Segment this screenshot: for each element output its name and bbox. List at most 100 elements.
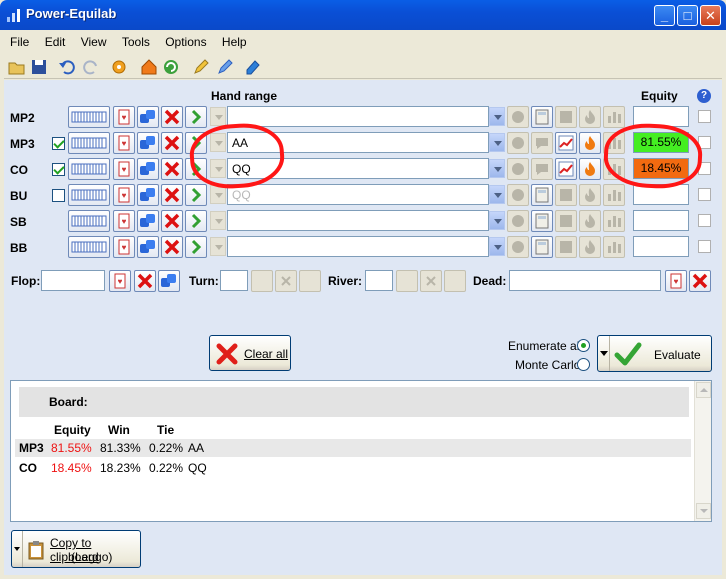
card-select-button[interactable]: ♥ <box>113 236 135 258</box>
hand-range-dropdown[interactable] <box>489 211 505 230</box>
weight-button[interactable] <box>507 132 529 154</box>
bar-chart-button[interactable] <box>603 236 625 258</box>
stats-button[interactable] <box>555 210 577 232</box>
undo-icon[interactable] <box>58 58 76 76</box>
fire-button[interactable] <box>579 158 601 180</box>
open-icon[interactable] <box>8 58 26 76</box>
hand-range-dropdown[interactable] <box>489 185 505 204</box>
notes-button[interactable] <box>531 132 553 154</box>
hand-range-input[interactable] <box>227 236 489 257</box>
history-dropdown[interactable] <box>210 237 226 256</box>
scroll-up-button[interactable] <box>696 382 711 398</box>
trend-chart-button[interactable] <box>555 132 577 154</box>
lock-checkbox[interactable] <box>698 110 711 123</box>
help-icon[interactable]: ? <box>697 89 711 103</box>
next-button[interactable] <box>185 236 207 258</box>
evaluate-dropdown[interactable] <box>598 336 610 371</box>
calculator-button[interactable] <box>531 106 553 128</box>
turn-input[interactable] <box>220 270 248 291</box>
hand-range-input[interactable] <box>227 106 489 127</box>
clear-all-button[interactable]: Clear all <box>209 335 291 371</box>
range-grid-button[interactable] <box>68 210 110 232</box>
save-icon[interactable] <box>30 58 48 76</box>
maximize-button[interactable]: □ <box>677 5 698 26</box>
next-button[interactable] <box>185 210 207 232</box>
menu-tools[interactable]: Tools <box>116 31 156 49</box>
random-hand-button[interactable] <box>137 210 159 232</box>
dead-clear-button[interactable] <box>689 270 711 292</box>
evaluate-button[interactable]: Evaluate <box>597 335 712 372</box>
weight-button[interactable] <box>507 210 529 232</box>
turn-random-button[interactable] <box>299 270 321 292</box>
stats-button[interactable] <box>555 106 577 128</box>
flop-card-button[interactable]: ♥ <box>109 270 131 292</box>
home-icon[interactable] <box>140 58 158 76</box>
calculator-button[interactable] <box>531 184 553 206</box>
next-button[interactable] <box>185 184 207 206</box>
history-dropdown[interactable] <box>210 107 226 126</box>
minimize-button[interactable]: _ <box>654 5 675 26</box>
range-grid-button[interactable] <box>68 106 110 128</box>
info-icon[interactable] <box>244 58 262 76</box>
menu-options[interactable]: Options <box>159 31 212 49</box>
player-checkbox[interactable] <box>52 137 65 150</box>
river-clear-button[interactable] <box>420 270 442 292</box>
enumerate-all-radio[interactable] <box>577 339 590 352</box>
card-select-button[interactable]: ♥ <box>113 158 135 180</box>
history-dropdown[interactable] <box>210 211 226 230</box>
random-hand-button[interactable] <box>137 236 159 258</box>
stats-button[interactable] <box>555 236 577 258</box>
pencil-icon[interactable] <box>192 58 210 76</box>
weight-button[interactable] <box>507 236 529 258</box>
weight-button[interactable] <box>507 184 529 206</box>
weight-button[interactable] <box>507 158 529 180</box>
card-select-button[interactable]: ♥ <box>113 184 135 206</box>
clear-player-button[interactable] <box>161 184 183 206</box>
bar-chart-button[interactable] <box>603 106 625 128</box>
card-select-button[interactable]: ♥ <box>113 210 135 232</box>
fire-button[interactable] <box>579 236 601 258</box>
random-hand-button[interactable] <box>137 184 159 206</box>
hand-range-dropdown[interactable] <box>489 133 505 152</box>
refresh-icon[interactable] <box>162 58 180 76</box>
turn-card-button[interactable] <box>251 270 273 292</box>
clear-player-button[interactable] <box>161 236 183 258</box>
clear-player-button[interactable] <box>161 132 183 154</box>
notes-button[interactable] <box>531 158 553 180</box>
trend-chart-button[interactable] <box>555 158 577 180</box>
clear-player-button[interactable] <box>161 158 183 180</box>
fire-button[interactable] <box>579 106 601 128</box>
player-checkbox[interactable] <box>52 163 65 176</box>
next-button[interactable] <box>185 106 207 128</box>
hand-range-dropdown[interactable] <box>489 159 505 178</box>
range-grid-button[interactable] <box>68 184 110 206</box>
weight-button[interactable] <box>507 106 529 128</box>
copy-dropdown[interactable] <box>12 531 23 567</box>
settings-icon[interactable] <box>110 58 128 76</box>
redo-icon[interactable] <box>82 58 100 76</box>
lock-checkbox[interactable] <box>698 240 711 253</box>
bar-chart-button[interactable] <box>603 184 625 206</box>
menu-view[interactable]: View <box>75 31 113 49</box>
bar-chart-button[interactable] <box>603 210 625 232</box>
range-grid-button[interactable] <box>68 132 110 154</box>
flop-input[interactable] <box>41 270 105 291</box>
fire-button[interactable] <box>579 184 601 206</box>
river-random-button[interactable] <box>444 270 466 292</box>
lock-checkbox[interactable] <box>698 188 711 201</box>
clear-player-button[interactable] <box>161 106 183 128</box>
range-grid-button[interactable] <box>68 158 110 180</box>
close-button[interactable]: ✕ <box>700 5 721 26</box>
monte-carlo-radio[interactable] <box>577 358 590 371</box>
range-grid-button[interactable] <box>68 236 110 258</box>
calculator-button[interactable] <box>531 210 553 232</box>
hand-range-dropdown[interactable] <box>489 107 505 126</box>
copy-clipboard-button[interactable]: Copy to clipboard (Leggo) <box>11 530 141 568</box>
flop-clear-button[interactable] <box>134 270 156 292</box>
random-hand-button[interactable] <box>137 158 159 180</box>
player-checkbox[interactable] <box>52 189 65 202</box>
results-scrollbar[interactable] <box>694 381 711 521</box>
card-select-button[interactable]: ♥ <box>113 132 135 154</box>
flop-random-button[interactable] <box>158 270 180 292</box>
pen-icon[interactable] <box>216 58 234 76</box>
